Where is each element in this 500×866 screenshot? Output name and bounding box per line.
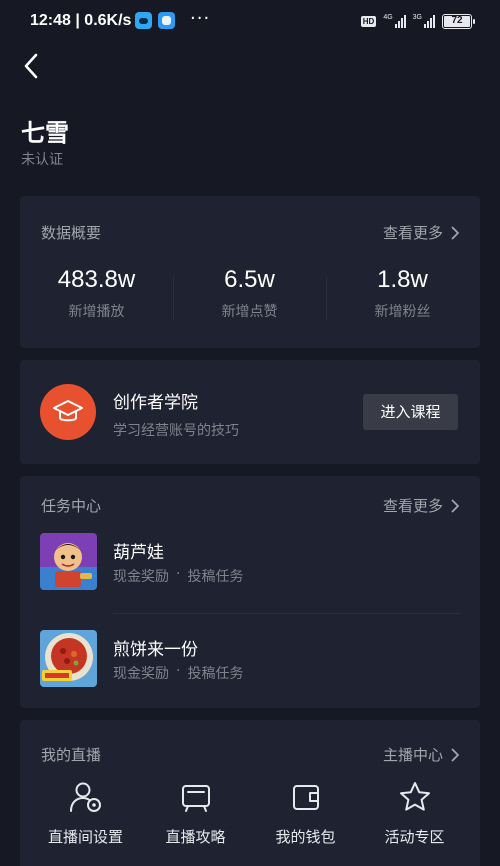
signal-4g-icon: 4G [383,14,406,28]
chevron-right-icon [451,499,459,512]
battery-icon: 72 [442,13,475,29]
hd-voice-icon: HD [360,15,377,27]
academy-description: 学习经营账号的技巧 [113,423,239,439]
tv-icon [181,785,210,812]
user-settings-icon [69,782,101,812]
status-bar: 12:48 | 0.6K/s ··· HD 4G 3G 72 [0,0,500,44]
stat-value: 1.8w [377,266,428,293]
graduation-cap-icon [53,400,83,422]
academy-badge [40,384,96,440]
task-item[interactable]: 煎饼来一份 现金奖励 · 投稿任务 [20,617,480,695]
data-overview-heading: 数据概要 [41,224,102,242]
chevron-left-icon [24,53,38,79]
signal-3g-label: 3G [412,14,422,21]
task-type: 投稿任务 [187,569,244,585]
creator-center-screen: 12:48 | 0.6K/s ··· HD 4G 3G 72 七雪 未认证 数据… [0,0,500,866]
my-wallet-button[interactable]: 我的钱包 [248,780,363,847]
task-meta: 现金奖励 · 投稿任务 [113,663,243,683]
task-meta-separator: · [176,663,181,679]
live-item-label: 直播攻略 [165,828,226,846]
stat-label: 新增播放 [68,304,125,320]
stat-new-fans[interactable]: 1.8w 新增粉丝 [326,266,479,321]
back-button[interactable] [16,50,48,82]
wallet-icon [292,785,319,810]
task-thumbnail [40,630,97,687]
live-item-label: 直播间设置 [47,828,123,846]
task-item[interactable]: 葫芦娃 现金奖励 · 投稿任务 [20,520,480,598]
live-item-label: 我的钱包 [275,828,336,846]
task-meta: 现金奖励 · 投稿任务 [113,566,243,586]
live-room-settings-button[interactable]: 直播间设置 [28,780,143,847]
task-reward: 现金奖励 [113,666,169,682]
stat-label: 新增粉丝 [374,304,431,320]
stat-value: 6.5w [224,266,275,293]
app-notification-icon [135,12,152,29]
task-name: 煎饼来一份 [113,640,198,660]
task-reward: 现金奖励 [113,569,169,585]
stat-value: 483.8w [57,266,136,293]
signal-4g-label: 4G [383,14,393,21]
creator-academy-card[interactable]: 创作者学院 学习经营账号的技巧 进入课程 [20,360,480,464]
live-item-label: 活动专区 [384,828,445,846]
more-label: 查看更多 [382,224,443,242]
activity-zone-button[interactable]: 活动专区 [357,780,472,847]
stat-new-likes[interactable]: 6.5w 新增点赞 [173,266,326,321]
verification-status: 未认证 [21,152,63,168]
stat-label: 新增点赞 [221,304,278,320]
task-center-heading: 任务中心 [41,497,102,515]
more-label: 主播中心 [382,746,443,764]
more-notifications-icon: ··· [190,8,211,29]
star-icon [399,782,430,811]
message-notification-icon [158,12,175,29]
task-name: 葫芦娃 [113,543,164,563]
task-meta-separator: · [176,566,181,582]
anchor-center-link[interactable]: 主播中心 [383,744,460,765]
chevron-right-icon [451,226,459,239]
status-net-speed: 0.6K/s [84,12,132,29]
data-overview-card: 数据概要 查看更多 483.8w 新增播放 6.5w 新增点赞 1.8w 新增粉… [20,196,480,348]
status-clock: 12:48 [30,12,71,29]
chevron-right-icon [451,748,459,761]
task-center-card: 任务中心 查看更多 葫芦娃 现金奖励 · 投稿任务 煎饼来一份 现金奖励 · 投… [20,476,480,708]
more-label: 查看更多 [382,497,443,515]
data-overview-more-link[interactable]: 查看更多 [383,222,460,243]
signal-3g-icon: 3G [413,14,435,28]
status-time: 12:48 | 0.6K/s [30,12,132,29]
task-type: 投稿任务 [187,666,244,682]
my-live-heading: 我的直播 [41,746,102,764]
task-thumbnail [40,533,97,590]
status-indicators: HD 4G 3G 72 [360,13,475,29]
academy-name: 创作者学院 [113,393,198,413]
battery-level: 72 [444,15,470,27]
my-live-card: 我的直播 主播中心 直播间设置 直播攻略 我的钱包 活动专区 [20,720,480,866]
page-title: 七雪 [21,119,69,147]
stat-new-plays[interactable]: 483.8w 新增播放 [20,266,173,321]
task-center-more-link[interactable]: 查看更多 [383,495,460,516]
live-guide-button[interactable]: 直播攻略 [138,780,253,847]
task-divider [113,613,460,614]
enter-course-button[interactable]: 进入课程 [363,394,458,430]
